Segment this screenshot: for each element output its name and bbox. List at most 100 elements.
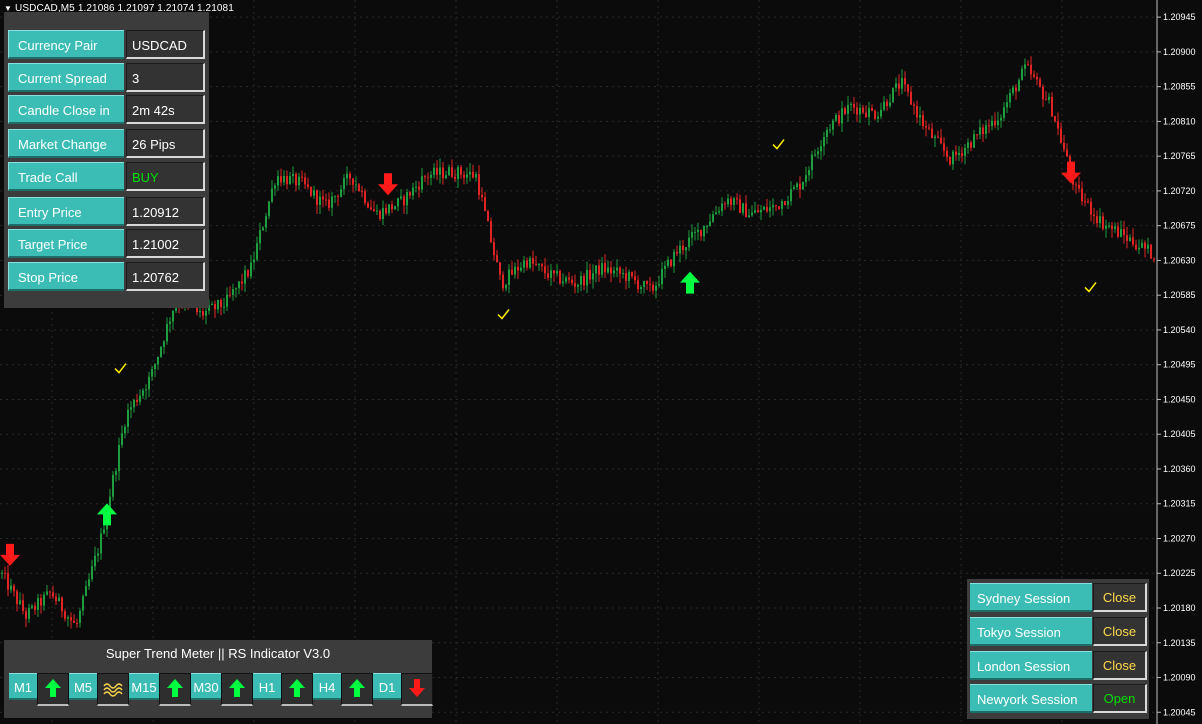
candle-body <box>703 225 705 237</box>
tf-label-h1[interactable]: H1 <box>253 673 281 700</box>
price-tick-label: 1.20765 <box>1163 151 1196 161</box>
candle-body <box>901 78 903 89</box>
candle-body <box>1138 247 1140 250</box>
candle-body <box>37 598 39 610</box>
tf-label-m5[interactable]: M5 <box>69 673 97 700</box>
candle-body <box>841 108 843 124</box>
session-row-london: London Session Close <box>970 651 1147 680</box>
candle-body <box>1057 121 1059 129</box>
candle-body <box>169 321 171 324</box>
candle-body <box>400 196 402 199</box>
candle-body <box>43 594 45 606</box>
candle-body <box>367 202 369 208</box>
candle-body <box>523 260 525 268</box>
candle-body <box>547 273 549 278</box>
candle-body <box>985 125 987 134</box>
tf-signal-m1 <box>37 673 69 706</box>
candle-body <box>580 275 582 285</box>
candle-body <box>805 175 807 183</box>
session-row-sydney: Sydney Session Close <box>970 583 1147 612</box>
candle-body <box>598 265 600 275</box>
info-label: Market Change <box>8 129 124 158</box>
candle-body <box>847 104 849 114</box>
candle-body <box>556 270 558 274</box>
candle-body <box>976 134 978 136</box>
candle-body <box>691 232 693 238</box>
candle-body <box>364 191 366 203</box>
candle-body <box>427 176 429 178</box>
candle-body <box>679 245 681 254</box>
candle-body <box>253 259 255 263</box>
candle-body <box>346 173 348 179</box>
candle-body <box>220 300 222 307</box>
candle-body <box>145 389 147 391</box>
price-tick-label: 1.20900 <box>1163 47 1196 57</box>
price-tick-label: 1.20720 <box>1163 186 1196 196</box>
candle-body <box>481 194 483 198</box>
candle-body <box>637 280 639 290</box>
candle-body <box>727 198 729 205</box>
tf-label-m15[interactable]: M15 <box>129 673 159 700</box>
candle-body <box>1030 64 1032 75</box>
candle-body <box>238 281 240 289</box>
price-tick-label: 1.20270 <box>1163 533 1196 543</box>
candle-body <box>826 129 828 137</box>
candle-body <box>379 210 381 220</box>
candle-body <box>586 269 588 286</box>
candle-body <box>133 400 135 408</box>
candle-body <box>904 78 906 85</box>
candle-body <box>1096 216 1098 224</box>
candle-body <box>763 206 765 210</box>
session-status: Open <box>1093 684 1147 713</box>
candle-body <box>730 198 732 205</box>
candle-body <box>997 120 999 126</box>
candle-body <box>79 610 81 624</box>
candle-body <box>766 206 768 212</box>
candle-body <box>778 206 780 209</box>
candle-body <box>619 267 621 274</box>
tf-signal-d1 <box>401 673 433 706</box>
candle-body <box>964 147 966 156</box>
candle-body <box>1144 242 1146 249</box>
candle-body <box>142 390 144 396</box>
candle-body <box>934 136 936 139</box>
candle-body <box>244 270 246 284</box>
candle-body <box>583 275 585 286</box>
candle-body <box>1051 96 1053 117</box>
candle-body <box>565 277 567 282</box>
candle-body <box>484 197 486 212</box>
candle-body <box>724 203 726 205</box>
candle-body <box>559 270 561 284</box>
price-tick-label: 1.20360 <box>1163 464 1196 474</box>
candle-body <box>853 103 855 108</box>
candle-body <box>280 176 282 183</box>
candle-body <box>790 189 792 202</box>
candle-body <box>673 251 675 267</box>
candle-body <box>40 598 42 606</box>
candle-body <box>493 242 495 256</box>
candle-body <box>502 274 504 289</box>
candle-body <box>466 174 468 178</box>
candle-body <box>1054 116 1056 122</box>
up-arrow-icon <box>348 678 366 698</box>
candle-body <box>475 174 477 178</box>
tf-label-h4[interactable]: H4 <box>313 673 341 700</box>
candle-body <box>607 267 609 273</box>
candle-body <box>922 115 924 127</box>
tf-label-m30[interactable]: M30 <box>191 673 221 700</box>
info-value: 2m 42s <box>126 95 205 124</box>
session-row-tokyo: Tokyo Session Close <box>970 617 1147 646</box>
candle-body <box>1108 225 1110 227</box>
tf-label-d1[interactable]: D1 <box>373 673 401 700</box>
candle-body <box>124 426 126 434</box>
tf-label-m1[interactable]: M1 <box>9 673 37 700</box>
candle-body <box>652 284 654 291</box>
candle-body <box>229 294 231 296</box>
candle-body <box>994 120 996 126</box>
super-trend-meter-panel: Super Trend Meter || RS Indicator V3.0 M… <box>4 640 433 718</box>
candle-body <box>373 209 375 212</box>
candle-body <box>331 196 333 208</box>
info-label: Trade Call <box>8 162 124 191</box>
candle-body <box>1099 216 1101 224</box>
candle-body <box>979 127 981 135</box>
